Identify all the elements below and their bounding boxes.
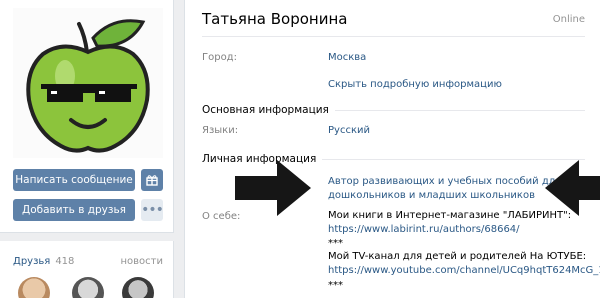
- section-main-info: Основная информация: [202, 104, 585, 116]
- avatar[interactable]: [13, 8, 163, 158]
- activity-line-2[interactable]: дошкольников и младших школьников: [328, 190, 535, 201]
- send-message-button[interactable]: Написать сообщение: [13, 169, 135, 191]
- languages-value[interactable]: Русский: [328, 125, 370, 136]
- online-status: Online: [552, 14, 585, 25]
- profile-info-card: Татьяна Воронина Online Город: Москва Ск…: [184, 0, 600, 298]
- more-actions-button[interactable]: •••: [141, 199, 164, 221]
- about-line-1: Мои книги в Интернет-магазине "ЛАБИРИНТ"…: [328, 210, 572, 221]
- annotation-arrow-left-icon: [545, 160, 600, 216]
- gift-icon: [146, 175, 158, 186]
- languages-label: Языки:: [202, 125, 239, 136]
- friends-count: 418: [55, 256, 75, 267]
- city-label: Город:: [202, 52, 237, 63]
- friends-title[interactable]: Друзья: [13, 256, 50, 267]
- annotation-arrow-right-icon: [235, 160, 311, 216]
- about-line-4: Мой TV-канал для детей и родителей На ЮТ…: [328, 251, 587, 262]
- section-main-title: Основная информация: [202, 104, 329, 116]
- about-line-3: ***: [328, 238, 343, 249]
- friends-news-link[interactable]: новости: [121, 256, 164, 267]
- add-friend-button[interactable]: Добавить в друзья: [13, 199, 135, 221]
- about-line-6: ***: [328, 280, 343, 291]
- gift-button[interactable]: [141, 169, 163, 191]
- about-link-youtube[interactable]: https://www.youtube.com/channel/UCq9hqtT…: [328, 265, 600, 276]
- city-value[interactable]: Москва: [328, 52, 366, 63]
- apple-avatar-image: [26, 19, 150, 153]
- profile-name: Татьяна Воронина: [202, 10, 348, 28]
- about-link-labirint[interactable]: https://www.labirint.ru/authors/68664/: [328, 224, 520, 235]
- toggle-details-link[interactable]: Скрыть подробную информацию: [328, 79, 502, 90]
- header-divider: [202, 36, 585, 37]
- activity-line-1[interactable]: Автор развивающих и учебных пособий для: [328, 176, 561, 187]
- profile-sidebar: Написать сообщение Добавить в друзья •••: [0, 0, 174, 233]
